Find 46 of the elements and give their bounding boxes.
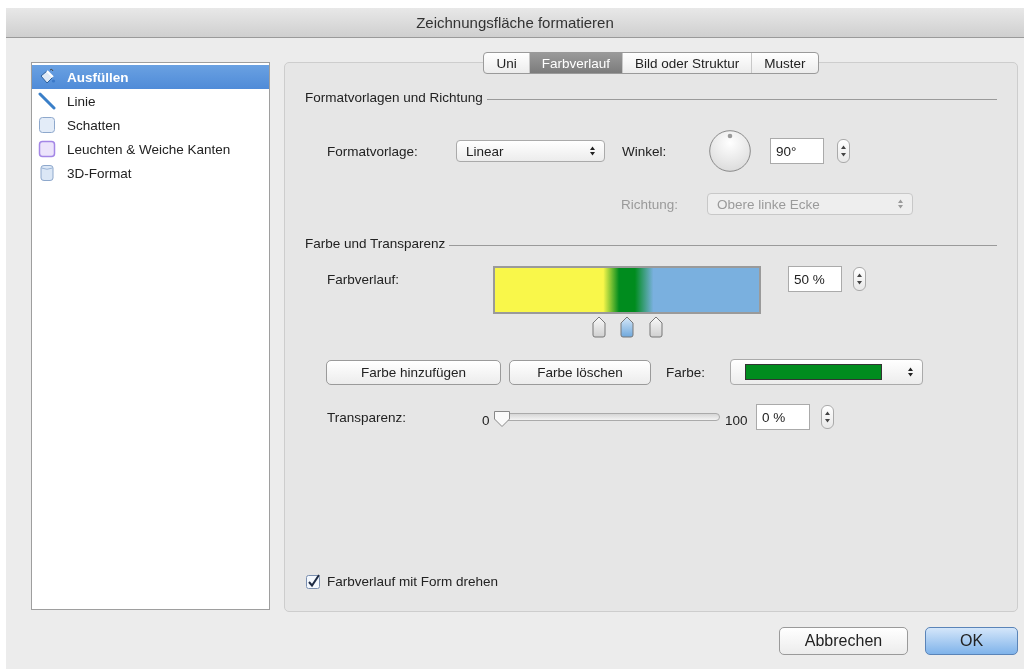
field-label: Richtung: xyxy=(621,196,680,212)
updown-arrows-icon xyxy=(589,145,596,157)
window-title: Zeichnungsfläche formatieren xyxy=(416,14,614,31)
sidebar-item[interactable]: 3D-Format xyxy=(32,161,269,185)
section-heading: Formatvorlagen und Richtung xyxy=(305,89,483,105)
stepper[interactable] xyxy=(821,405,834,429)
checkbox-label: Farbverlauf mit Form drehen xyxy=(327,574,499,589)
stepper[interactable] xyxy=(837,139,850,163)
sidebar-item[interactable]: Linie xyxy=(32,89,269,113)
field-label: Transparenz: xyxy=(327,409,408,425)
dialog-button[interactable]: Abbrechen xyxy=(779,627,908,655)
updown-arrows-icon xyxy=(897,198,904,210)
slider-min-label: 0 xyxy=(482,412,491,428)
angle-field[interactable]: 90° xyxy=(770,138,824,164)
transparency-field[interactable]: 0 % xyxy=(756,404,810,430)
style-dropdown[interactable]: Linear xyxy=(456,140,605,162)
field-label: Formatvorlage: xyxy=(327,143,419,159)
cube-icon xyxy=(38,164,56,182)
square-icon xyxy=(38,116,56,134)
slider-thumb[interactable] xyxy=(493,410,511,428)
updown-arrows-icon xyxy=(907,366,914,378)
line-icon xyxy=(38,92,56,110)
tab[interactable]: Uni xyxy=(484,53,529,73)
field-label: Farbe: xyxy=(666,364,707,380)
field-label: Winkel: xyxy=(622,143,668,159)
color-dropdown[interactable] xyxy=(730,359,923,385)
field-label: Farbverlauf: xyxy=(327,272,401,287)
gradient-stop-handle[interactable] xyxy=(648,316,665,338)
gradient-stop-handle[interactable] xyxy=(590,316,607,338)
sidebar-item[interactable]: Leuchten & Weiche Kanten xyxy=(32,137,269,161)
stop-position-field[interactable]: 50 % xyxy=(788,266,842,292)
gradient-stop-handle[interactable] xyxy=(619,316,635,338)
section-heading: Farbe und Transparenz xyxy=(305,235,446,251)
slider-max-label: 100 xyxy=(725,412,749,428)
delete-color-button[interactable]: Farbe löschen xyxy=(509,359,651,385)
checkbox[interactable] xyxy=(306,574,321,589)
tab[interactable]: Farbverlauf xyxy=(528,53,622,73)
sidebar-item[interactable]: Schatten xyxy=(32,113,269,137)
tab[interactable]: Muster xyxy=(751,53,818,73)
tab[interactable]: Bild oder Struktur xyxy=(622,53,752,73)
stepper[interactable] xyxy=(853,267,866,291)
add-color-button[interactable]: Farbe hinzufügen xyxy=(326,359,501,385)
angle-dial[interactable] xyxy=(709,130,751,172)
square-icon xyxy=(38,140,56,158)
paint-bucket-icon xyxy=(38,68,56,86)
dialog-button[interactable]: OK xyxy=(925,627,1018,655)
